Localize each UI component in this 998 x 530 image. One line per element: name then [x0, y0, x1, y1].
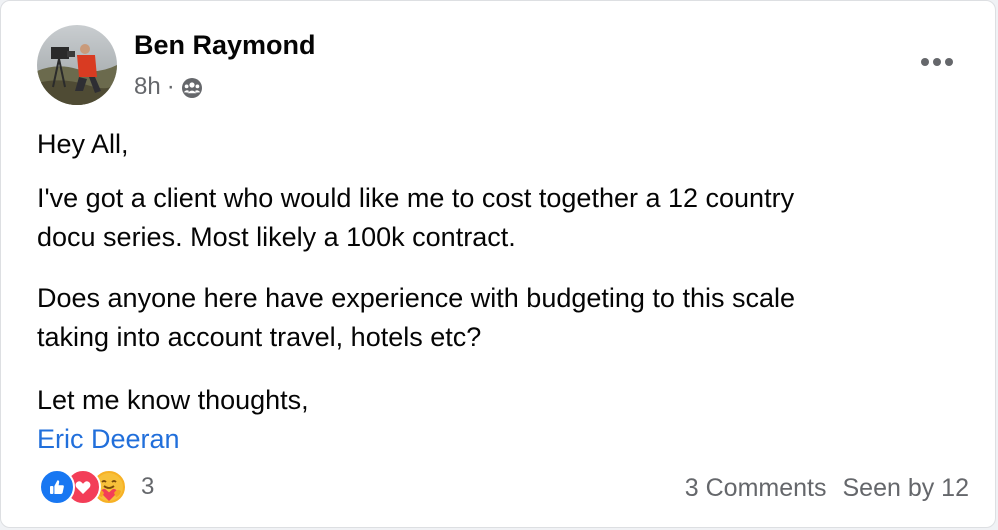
- post-stats: 3 Comments Seen by 12: [685, 474, 969, 503]
- more-options-button[interactable]: [915, 47, 959, 77]
- post-paragraph-line: Does anyone here have experience with bu…: [37, 283, 795, 313]
- tagged-person-link[interactable]: Eric Deeran: [37, 420, 309, 459]
- more-options-icon: [921, 58, 953, 66]
- post-paragraph-line: I've got a client who would like me to c…: [37, 183, 795, 213]
- like-icon: [39, 469, 75, 505]
- post-paragraph-line: taking into account travel, hotels etc?: [37, 322, 482, 352]
- comments-count-link[interactable]: 3 Comments: [685, 474, 827, 503]
- post-signoff-block: Let me know thoughts, Eric Deeran: [37, 381, 309, 459]
- reactions-summary[interactable]: 3: [39, 469, 154, 505]
- post-paragraph: Does anyone here have experience with bu…: [37, 279, 937, 357]
- post-greeting: Hey All,: [37, 129, 129, 159]
- group-audience-icon[interactable]: [181, 77, 203, 99]
- post-signoff: Let me know thoughts,: [37, 385, 309, 415]
- post-time[interactable]: 8h: [134, 73, 161, 101]
- author-avatar[interactable]: [37, 25, 117, 105]
- author-name[interactable]: Ben Raymond: [134, 30, 316, 61]
- seen-by-link[interactable]: Seen by 12: [843, 474, 970, 503]
- post-card: Ben Raymond 8h · Hey All, I've got a cli…: [0, 0, 996, 528]
- post-meta: 8h ·: [134, 73, 203, 101]
- post-paragraph: I've got a client who would like me to c…: [37, 179, 937, 257]
- post-paragraph-line: docu series. Most likely a 100k contract…: [37, 222, 516, 252]
- avatar-photo: [37, 25, 117, 105]
- meta-separator: ·: [166, 73, 175, 100]
- reaction-count: 3: [141, 473, 155, 500]
